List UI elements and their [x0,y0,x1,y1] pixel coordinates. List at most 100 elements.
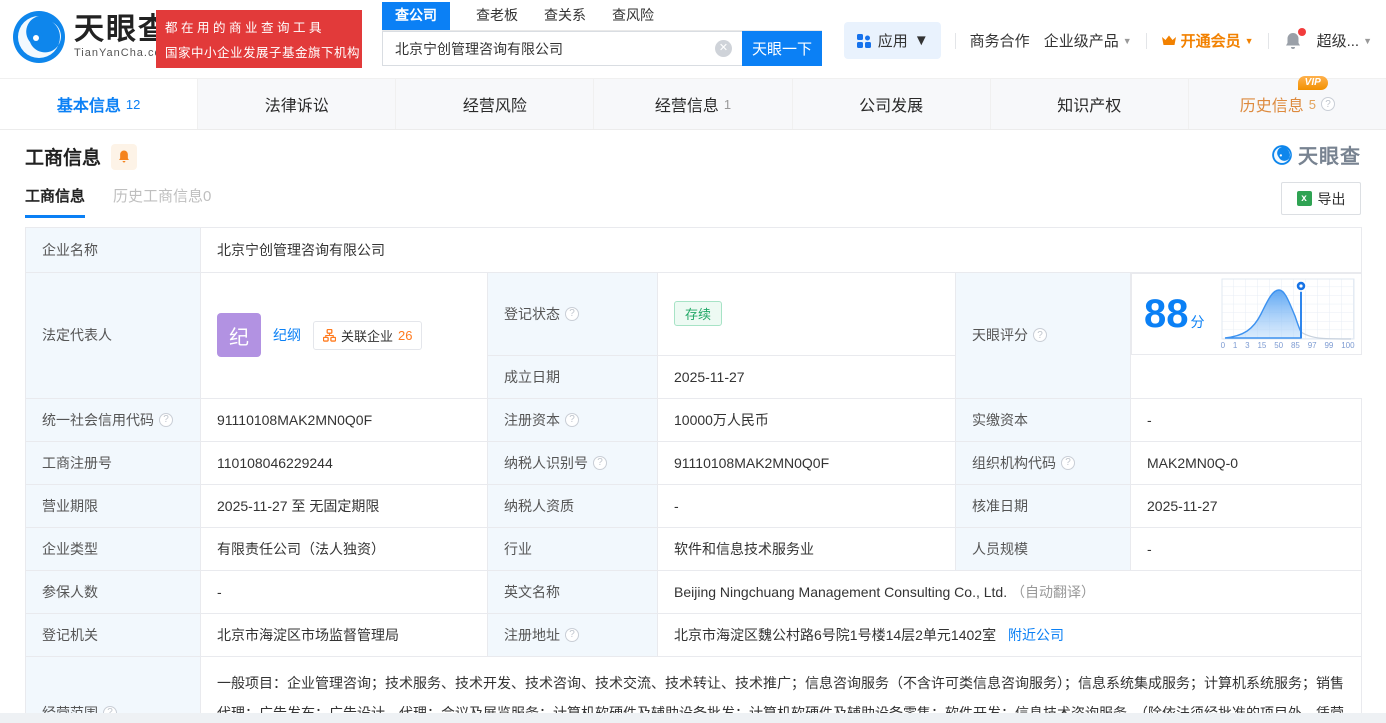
tab-operation-risk[interactable]: 经营风险 [395,79,593,129]
section-title: 工商信息 [25,148,102,169]
business-info-section: 工商信息 天眼查 工商信息 历史工商信息0 x 导出 企业名称 北京宁创管理咨询… [0,130,1386,723]
legal-rep-name-link[interactable]: 纪纲 [273,325,301,345]
top-header: 天眼查 TianYanCha.com 都在用的商业查询工具 国家中小企业发展子基… [0,0,1386,78]
chevron-down-icon: ▼ [1122,35,1132,46]
reg-authority-value: 北京市海淀区市场监督管理局 [200,612,488,657]
help-icon[interactable]: ? [565,627,579,642]
taxpayer-quality-value: - [657,483,956,528]
legal-rep-value: 纪 纪纲 关联企业 26 [200,272,488,399]
tab-history-info[interactable]: 历史信息 VIP 5 ? [1187,76,1386,129]
help-icon[interactable]: ? [159,412,173,427]
help-icon[interactable]: ? [565,412,579,427]
help-icon[interactable]: ? [1061,455,1075,470]
tianyancha-logo-icon [13,11,65,63]
promo-line-1: 都在用的商业查询工具 [165,21,326,35]
subtab-business-info[interactable]: 工商信息 [25,185,86,218]
next-section-edge [0,713,1386,723]
insured-count-value: - [200,569,488,614]
subtab-history-business-info[interactable]: 历史工商信息0 [113,185,211,218]
crown-icon [1161,35,1176,45]
divider [954,32,956,49]
staff-size-label: 人员规模 [955,526,1131,571]
establish-date-label: 成立日期 [487,354,658,399]
search-input[interactable] [382,31,742,66]
promo-badge: 都在用的商业查询工具 国家中小企业发展子基金旗下机构 [156,10,362,68]
table-row: 参保人数 - 英文名称 Beijing Ningchuang Managemen… [25,569,1363,614]
reg-number-value: 110108046229244 [200,440,488,485]
help-icon[interactable]: ? [593,455,607,470]
nearby-companies-link[interactable]: 附近公司 [1008,627,1064,643]
status-badge: 存续 [674,301,723,327]
tab-operation-info[interactable]: 经营信息 1 [593,79,791,129]
reg-capital-value: 10000万人民币 [657,397,956,442]
apps-label: 应用 [877,33,908,50]
industry-label: 行业 [487,526,658,571]
tab-legal-lawsuits[interactable]: 法律诉讼 [197,79,395,129]
search-tab-company[interactable]: 查公司 [382,2,450,30]
industry-value: 软件和信息技术服务业 [657,526,956,571]
score-label: 天眼评分? [955,272,1131,399]
taxpayer-id-value: 91110108MAK2MN0Q0F [657,440,956,485]
apps-menu[interactable]: 应用 ▼ [843,22,941,59]
export-button[interactable]: x 导出 [1281,182,1361,215]
reg-address-value: 北京市海淀区魏公村路6号院1号楼14层2单元1402室 附近公司 [656,612,1363,657]
business-info-subtabs: 工商信息 历史工商信息0 [25,185,211,218]
chevron-down-icon: ▼ [913,32,929,49]
tab-company-development[interactable]: 公司发展 [791,79,990,129]
search-area: 查公司 查老板 查关系 查风险 ✕ 天眼一下 [382,2,822,66]
search-tab-relation[interactable]: 查关系 [544,2,586,30]
menu-enterprise[interactable]: 企业级产品 ▼ [1044,30,1132,51]
divider [1267,32,1269,49]
tianyancha-company-page: 天眼查 TianYanCha.com 都在用的商业查询工具 国家中小企业发展子基… [0,0,1386,723]
monitor-bell-button[interactable] [111,143,138,170]
search-tab-risk[interactable]: 查风险 [612,2,654,30]
search-tab-boss[interactable]: 查老板 [476,2,518,30]
reg-address-label: 注册地址? [487,612,658,657]
table-row: 企业类型 有限责任公司（法人独资） 行业 软件和信息技术服务业 人员规模 - [25,526,1363,571]
menu-cooperation[interactable]: 商务合作 [970,30,1030,51]
table-row: 企业名称 北京宁创管理咨询有限公司 [25,227,1363,273]
company-name-label: 企业名称 [25,227,201,273]
business-term-value: 2025-11-27 至 无固定期限 [200,483,488,528]
credit-code-value: 91110108MAK2MN0Q0F [200,397,488,442]
tab-intellectual-property[interactable]: 知识产权 [989,79,1188,129]
table-row: 登记机关 北京市海淀区市场监督管理局 注册地址? 北京市海淀区魏公村路6号院1号… [25,612,1363,657]
help-icon[interactable]: ? [1033,328,1047,343]
menu-super-vip[interactable]: 超级... ▼ [1317,30,1372,51]
business-term-label: 营业期限 [25,483,201,528]
org-code-value: MAK2MN0Q-0 [1129,440,1363,485]
apps-grid-icon [856,33,871,48]
approval-date-label: 核准日期 [955,483,1131,528]
legal-rep-label: 法定代表人 [25,272,201,399]
excel-icon: x [1296,191,1312,206]
related-companies-badge[interactable]: 关联企业 26 [313,320,423,350]
establish-date-value: 2025-11-27 [657,354,956,399]
score-value: 88 分 0 1 3 15 50 85 97 99 100 [1131,273,1362,355]
approval-date-value: 2025-11-27 [1129,483,1363,528]
table-row: 营业期限 2025-11-27 至 无固定期限 纳税人资质 - 核准日期 202… [25,483,1363,528]
legal-rep-avatar[interactable]: 纪 [217,313,261,358]
tab-basic-info[interactable]: 基本信息 12 [0,79,198,129]
reg-capital-label: 注册资本? [487,397,658,442]
tianyancha-watermark: 天眼查 [1271,140,1361,169]
site-logo[interactable]: 天眼查 TianYanCha.com [10,8,172,66]
score-distribution-chart: 01 3 15 50 85 97 99 100 [1221,278,1355,350]
menu-open-vip[interactable]: 开通会员 ▼ [1161,30,1254,51]
paid-capital-value: - [1129,397,1363,442]
tianyancha-logo-icon [1272,144,1292,165]
search-box: ✕ 天眼一下 [382,31,822,66]
help-icon[interactable]: ? [565,306,579,321]
bell-icon [119,150,129,163]
reg-number-label: 工商注册号 [25,440,201,485]
notifications-bell[interactable] [1283,27,1306,51]
vip-badge: VIP [1297,76,1328,90]
taxpayer-id-label: 纳税人识别号? [487,440,658,485]
search-button[interactable]: 天眼一下 [742,31,822,66]
english-name-label: 英文名称 [487,569,658,614]
credit-code-label: 统一社会信用代码? [25,397,201,442]
clear-search-icon[interactable]: ✕ [715,40,732,57]
reg-status-label: 登记状态? [487,272,658,356]
table-row: 工商注册号 110108046229244 纳税人识别号? 91110108MA… [25,440,1363,485]
divider [1145,32,1147,49]
help-icon[interactable]: ? [1321,97,1336,111]
